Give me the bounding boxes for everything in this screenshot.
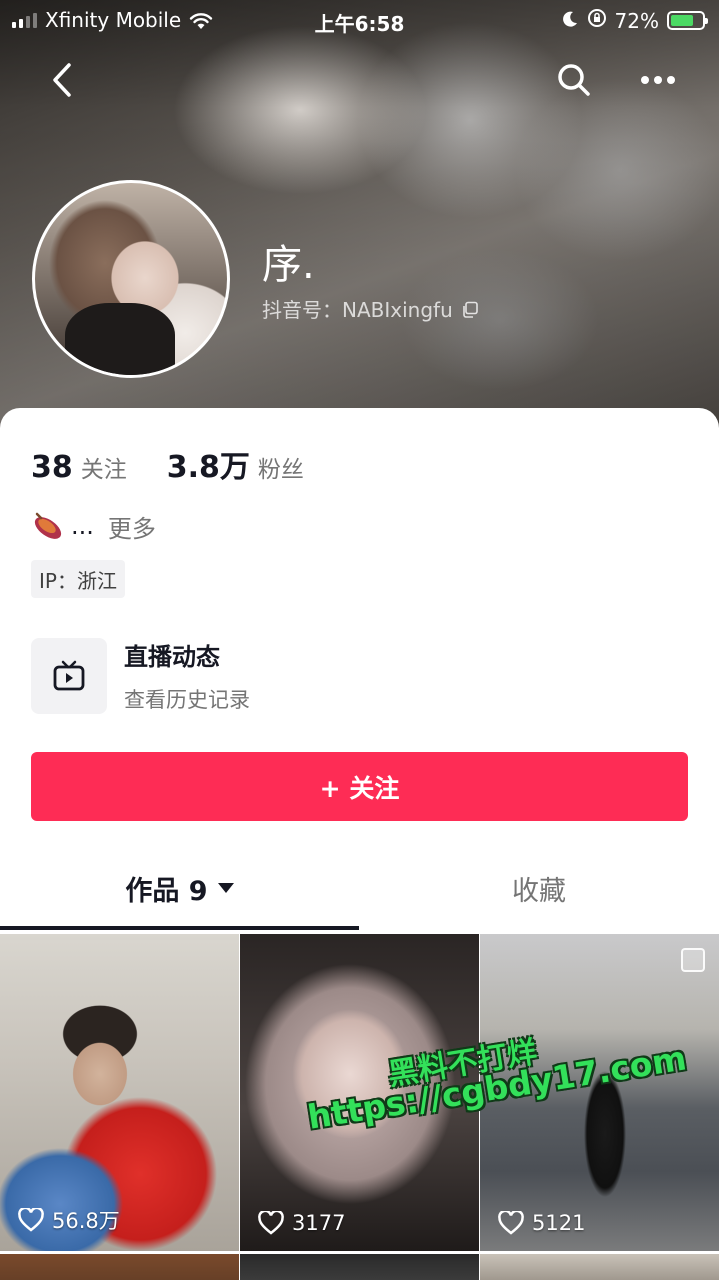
back-button[interactable] (40, 58, 84, 102)
tab-active-indicator (0, 926, 359, 930)
bio-more-link[interactable]: 更多 (108, 509, 156, 544)
content-tabs: 作品 9 收藏 (0, 840, 719, 936)
avatar[interactable] (32, 180, 230, 378)
following-label: 关注 (80, 457, 127, 483)
live-texts: 直播动态 查看历史记录 (124, 637, 250, 714)
like-count-value: 56.8万 (52, 1209, 120, 1233)
heart-icon (498, 1211, 524, 1235)
follow-button[interactable]: + 关注 (31, 752, 688, 821)
profile-nickname: 序. (262, 242, 315, 288)
video-thumbnail[interactable] (0, 1254, 239, 1280)
battery-percent: 72% (614, 8, 659, 33)
tab-works[interactable]: 作品 9 (0, 840, 359, 936)
followers-stat[interactable]: 3.8万 粉丝 (167, 442, 304, 486)
profile-page: Xfinity Mobile 上午6:58 72% 序. 抖音号：NABIxin… (0, 0, 719, 1280)
video-thumbnail[interactable]: 56.8万 (0, 934, 239, 1251)
like-count: 5121 (498, 1211, 585, 1235)
heart-icon (258, 1211, 284, 1235)
live-history-row[interactable]: 直播动态 查看历史记录 (31, 637, 250, 714)
followers-label: 粉丝 (257, 457, 304, 483)
tab-works-label: 作品 9 (125, 875, 208, 907)
tab-favorites-label: 收藏 (512, 875, 566, 907)
search-icon (558, 64, 590, 96)
following-count: 38 (31, 450, 73, 485)
live-icon-box (31, 637, 107, 714)
stats-row: 38 关注 3.8万 粉丝 (31, 442, 304, 486)
like-count-value: 5121 (532, 1211, 586, 1235)
ip-location-tag: IP：浙江 (31, 560, 125, 598)
select-checkbox[interactable] (681, 948, 705, 972)
like-count: 3177 (258, 1211, 345, 1235)
tv-icon (53, 660, 85, 690)
search-button[interactable] (552, 58, 596, 102)
copy-icon[interactable] (461, 300, 479, 318)
followers-count: 3.8万 (166, 450, 250, 485)
more-button[interactable] (634, 58, 682, 102)
live-subtitle: 查看历史记录 (124, 688, 250, 712)
bio-row: ... 更多 (31, 508, 156, 544)
like-count-value: 3177 (292, 1211, 346, 1235)
rotation-lock-icon (587, 8, 607, 33)
heart-icon (18, 1208, 44, 1232)
bio-text: ... (71, 512, 94, 540)
douyin-id-text: 抖音号：NABIxingfu (262, 298, 453, 322)
following-stat[interactable]: 38 关注 (31, 450, 127, 485)
video-thumbnail[interactable] (240, 1254, 479, 1280)
more-dots-icon (641, 76, 675, 84)
battery-icon (667, 11, 708, 30)
live-title: 直播动态 (124, 643, 220, 671)
status-right-group: 72% (561, 8, 708, 33)
status-bar: Xfinity Mobile 上午6:58 72% (0, 0, 719, 40)
sweet-potato-icon (31, 508, 67, 544)
like-count: 56.8万 (18, 1205, 120, 1235)
moon-icon (561, 9, 579, 33)
video-thumbnail[interactable] (480, 1254, 719, 1280)
douyin-id-row[interactable]: 抖音号：NABIxingfu (262, 294, 479, 323)
profile-card: 38 关注 3.8万 粉丝 ... 更多 IP：浙江 直播动态 查看历史记录 +… (0, 408, 719, 1280)
tab-favorites[interactable]: 收藏 (359, 840, 719, 936)
caret-down-icon (217, 883, 234, 893)
chevron-left-icon (53, 63, 71, 97)
